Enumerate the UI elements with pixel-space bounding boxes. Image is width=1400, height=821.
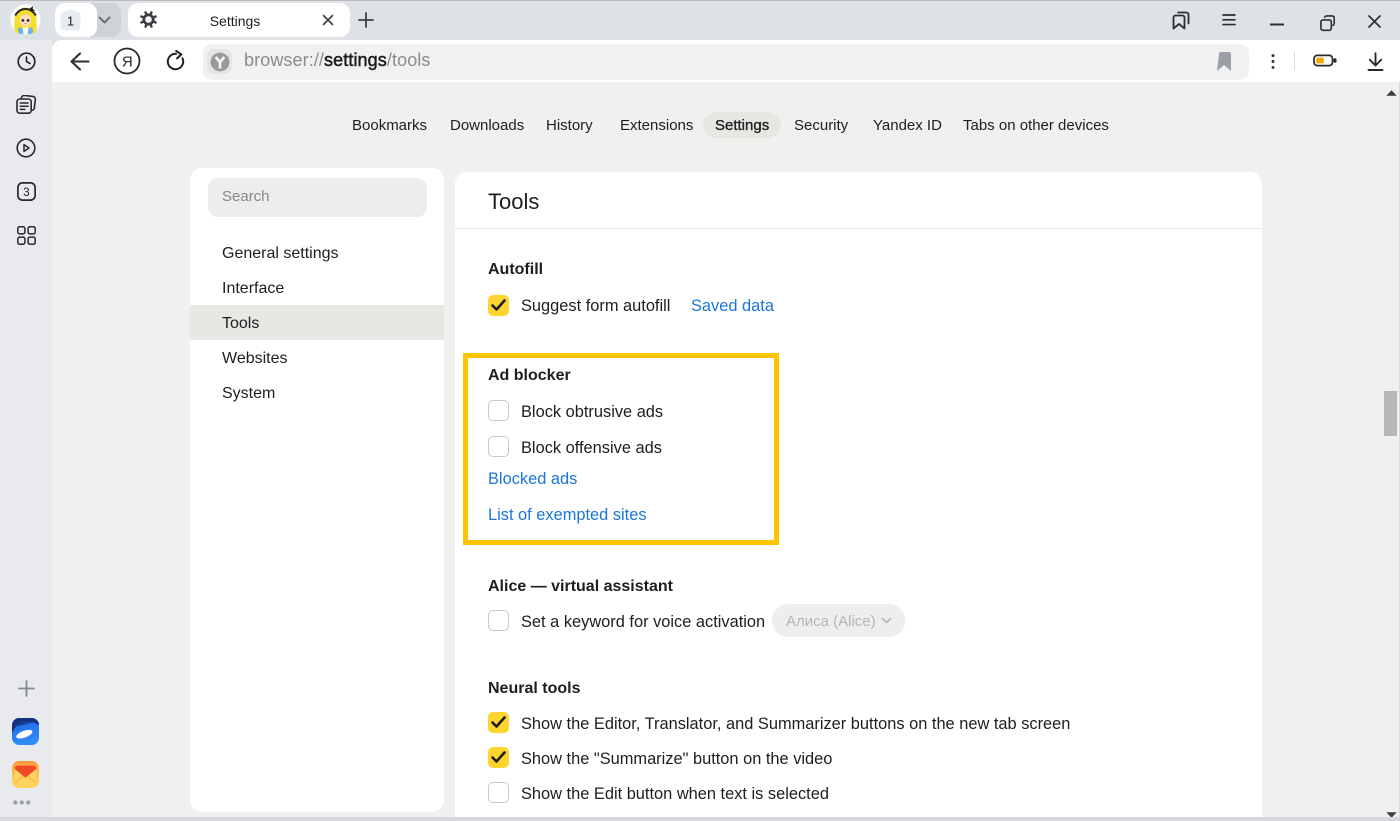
svg-text:1: 1 <box>67 14 74 29</box>
svg-text:Я: Я <box>122 53 133 70</box>
svg-text:3: 3 <box>23 187 29 199</box>
